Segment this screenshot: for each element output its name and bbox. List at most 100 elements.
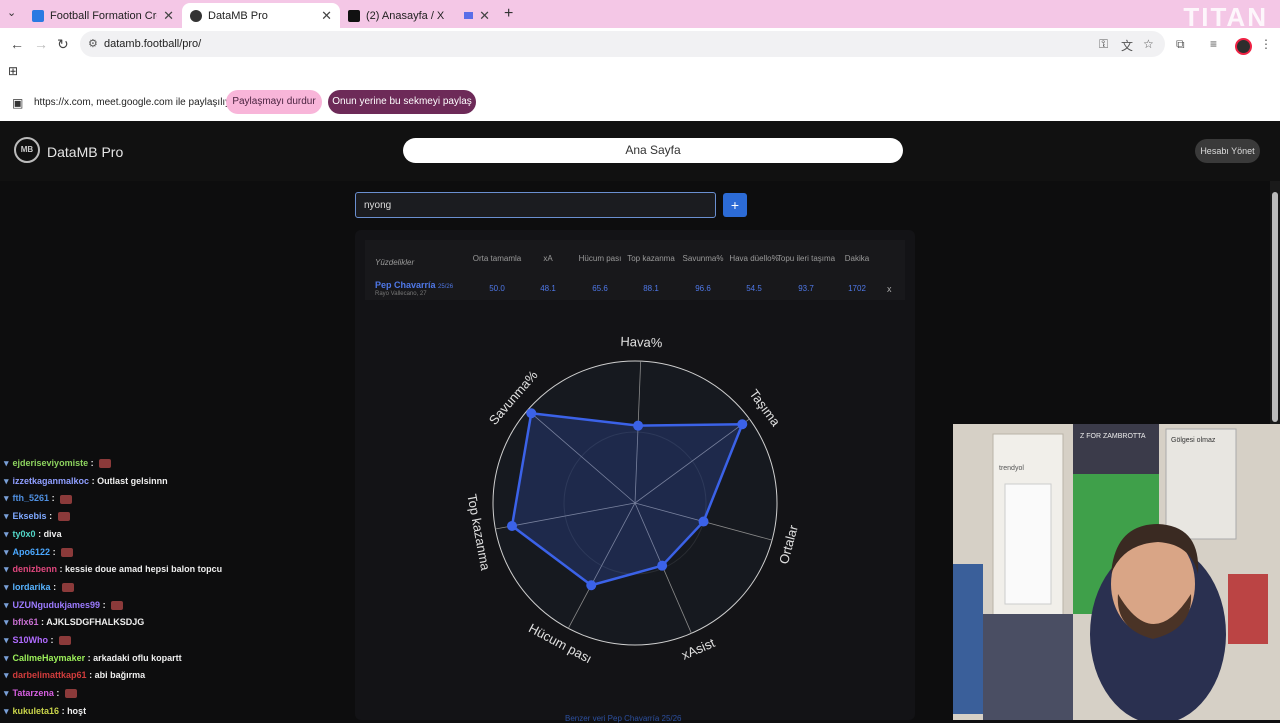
player-club: Rayo Vallecano, 27 — [375, 291, 427, 297]
col-header: Top kazanma — [627, 254, 675, 263]
chat-text: diva — [43, 528, 62, 539]
chat-text: kessie doue amad hepsi balon topcu — [65, 564, 223, 575]
tab-datamb-pro[interactable]: DataMB Pro ✕ — [182, 3, 340, 28]
chat-username[interactable]: S10Who — [13, 635, 49, 645]
translate-icon[interactable]: 文 — [1121, 37, 1133, 54]
chat-text: AJKLSDGFHALKSDJG — [46, 617, 145, 628]
chat-message: ▾ darbelimattkap61 : abi bağırma — [4, 670, 145, 681]
chevron-icon: ▾ — [4, 599, 9, 610]
reload-icon[interactable]: ↻ — [57, 36, 69, 53]
chat-message: ▾ fth_5261 : — [4, 493, 73, 504]
radar-point — [737, 419, 748, 430]
home-button[interactable]: Ana Sayfa — [403, 138, 903, 163]
media-icon[interactable]: ≡ — [1210, 37, 1217, 51]
share-this-tab-button[interactable]: Onun yerine bu sekmeyi paylaş — [328, 90, 476, 114]
profile-avatar[interactable] — [1235, 38, 1252, 55]
chevron-icon: ▾ — [4, 564, 9, 575]
webcam-sign: trendyol — [999, 465, 1024, 472]
emote-icon — [60, 494, 73, 504]
chevron-icon: ▾ — [4, 493, 9, 504]
table-cell: 1702 — [848, 284, 866, 293]
chat-message: ▾ Apo6122 : — [4, 547, 74, 558]
table-cell: 48.1 — [540, 284, 556, 293]
close-icon[interactable]: ✕ — [321, 8, 332, 24]
favicon-icon — [32, 9, 44, 22]
chat-username[interactable]: bflx61 — [13, 617, 39, 627]
radar-point — [526, 408, 537, 419]
bookmarks-bar: ⊞ — [0, 60, 1280, 84]
player-name-link[interactable]: Pep Chavarría 25/26 — [375, 280, 453, 290]
chat-separator: : — [89, 475, 98, 486]
similar-players-link[interactable]: Benzer veri Pep Chavarría 25/26 — [565, 714, 682, 723]
player-search-input[interactable] — [355, 192, 716, 218]
table-cell: 54.5 — [746, 284, 762, 293]
chevron-icon: ▾ — [4, 705, 9, 716]
close-icon[interactable]: ✕ — [163, 8, 174, 24]
back-icon[interactable]: ← — [10, 36, 24, 52]
chevron-icon: ▾ — [4, 670, 9, 681]
add-player-button[interactable]: + — [723, 193, 747, 217]
chat-username[interactable]: Tatarzena — [13, 688, 54, 698]
app-header: MB DataMB Pro Ana Sayfa Hesabı Yönet — [0, 121, 1280, 181]
webcam-sign: Z FOR ZAMBROTTA — [1080, 433, 1146, 440]
tab-formation-creator[interactable]: Football Formation Creator: Re ✕ — [24, 3, 182, 28]
percentiles-header: Yüzdelikler — [375, 258, 415, 267]
webcam-sign: Gölgesi olmaz — [1171, 437, 1216, 444]
close-icon[interactable]: ✕ — [479, 8, 490, 24]
chevron-icon: ▾ — [4, 635, 9, 645]
chat-separator: : — [85, 652, 94, 663]
chat-username[interactable]: kukuleta16 — [13, 706, 60, 716]
menu-kebab-icon[interactable]: ⋮ — [1260, 37, 1272, 51]
chat-message: ▾ kukuleta16 : hoşt — [4, 706, 86, 717]
chat-separator: : — [48, 635, 57, 645]
password-key-icon[interactable]: ⚿ — [1099, 37, 1108, 52]
chat-separator: : — [59, 705, 68, 716]
screen-share-icon: ▣ — [12, 96, 24, 110]
forward-icon[interactable]: → — [34, 36, 48, 52]
sharing-indicator-icon — [464, 12, 474, 19]
scrollbar-thumb[interactable] — [1272, 192, 1278, 422]
manage-account-button[interactable]: Hesabı Yönet — [1195, 139, 1260, 163]
chat-username[interactable]: fth_5261 — [13, 493, 50, 503]
chat-username[interactable]: Apo6122 — [13, 547, 51, 557]
chevron-icon: ▾ — [4, 528, 9, 539]
radar-point — [657, 560, 668, 571]
tab-x-home[interactable]: (2) Anasayfa / X ✕ — [340, 3, 498, 28]
chat-message: ▾ Tatarzena : — [4, 688, 77, 699]
chat-message: ▾ CallmeHaymaker : arkadaki oflu kopartt — [4, 653, 182, 664]
chat-username[interactable]: CallmeHaymaker — [13, 653, 86, 663]
chat-username[interactable]: ejderiseviyomiste — [13, 458, 89, 468]
table-cell: 88.1 — [643, 284, 659, 293]
chat-separator: : — [53, 688, 62, 699]
chat-text: hoşt — [67, 705, 87, 716]
extensions-icon[interactable]: ⧉ — [1176, 37, 1185, 52]
apps-grid-icon[interactable]: ⊞ — [8, 64, 18, 78]
site-info-icon[interactable]: ⚙ — [88, 31, 98, 57]
chevron-icon: ▾ — [4, 652, 9, 663]
emote-icon — [57, 512, 70, 522]
stop-sharing-button[interactable]: Paylaşmayı durdur — [226, 90, 322, 114]
radar-axis-label: Ortalar — [776, 523, 801, 566]
emote-icon — [59, 636, 72, 646]
player-season: 25/26 — [438, 284, 454, 290]
chat-username[interactable]: UZUNgudukjames99 — [13, 600, 101, 610]
remove-player-button[interactable]: x — [887, 284, 892, 294]
new-tab-button[interactable]: + — [504, 5, 513, 23]
chat-username[interactable]: izzetkaganmalkoc — [13, 476, 90, 486]
emote-icon — [61, 583, 74, 593]
brand-name[interactable]: DataMB Pro — [47, 144, 123, 160]
chat-username[interactable]: darbelimattkap61 — [13, 670, 87, 680]
stream-chat: ▾ ejderiseviyomiste : ▾ izzetkaganmalkoc :… — [0, 440, 330, 720]
tab-search-icon[interactable]: ⌄ — [7, 6, 16, 19]
address-bar[interactable]: ⚙ datamb.football/pro/ — [80, 31, 1165, 57]
chat-username[interactable]: lordarika — [13, 582, 51, 592]
chat-username[interactable]: Eksebis — [13, 511, 47, 521]
radar-point — [698, 516, 709, 527]
emote-icon — [61, 547, 74, 557]
radar-point — [586, 580, 597, 591]
chat-username[interactable]: ty0x0 — [13, 529, 36, 539]
bookmark-star-icon[interactable]: ☆ — [1143, 37, 1154, 51]
chat-username[interactable]: denizbenn — [13, 564, 58, 574]
datamb-logo-icon[interactable]: MB — [14, 137, 40, 163]
col-header: Hava düello% — [729, 254, 779, 263]
